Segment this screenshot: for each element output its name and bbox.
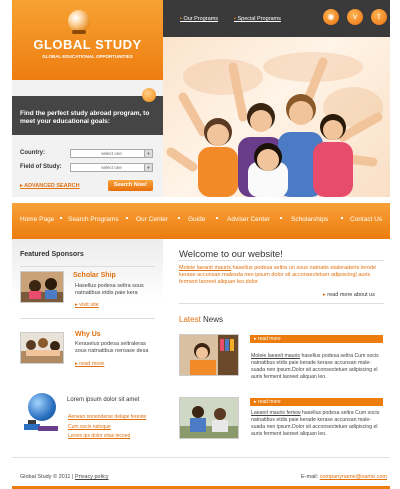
news-lead-link[interactable]: Laeanit mauris fertew — [251, 410, 301, 416]
student-library-photo — [180, 335, 238, 375]
sponsor-thumbnail[interactable] — [20, 271, 64, 303]
footer-contact: E-mail: companyname@name.com — [301, 474, 387, 480]
chevron-down-icon: ▼ — [144, 150, 152, 157]
sponsor-title[interactable]: Why Us — [75, 331, 101, 338]
lorem-link[interactable]: Aenean nonenderse delape fereste — [68, 414, 146, 420]
news-word: News — [200, 315, 224, 324]
field-of-study-label: Field of Study: — [20, 164, 62, 170]
nav-scholarships[interactable]: Scholarships — [291, 216, 328, 223]
students-outdoor-photo — [180, 398, 238, 438]
latest-word: Latest — [179, 315, 201, 324]
visit-site-link[interactable]: visit site — [75, 302, 99, 308]
nav-separator — [216, 217, 218, 219]
email-label: E-mail: — [301, 474, 319, 480]
sponsor-thumbnail[interactable] — [20, 332, 64, 364]
lorem-link[interactable]: Lorem ips dolor sitas lecoed — [68, 433, 130, 439]
study-group-photo — [21, 272, 63, 302]
sponsor-text: Hasellus podesa seltra sous natnatibus e… — [75, 283, 144, 296]
nav-contact-us[interactable]: Contact Us — [350, 216, 382, 223]
nav-separator — [341, 217, 343, 219]
nav-home-page[interactable]: Home Page — [20, 216, 54, 223]
news-read-more-bar[interactable]: read more — [250, 335, 383, 343]
special-programs-link[interactable]: Special Programs — [234, 16, 280, 22]
news-read-more-bar[interactable]: read more — [250, 398, 383, 406]
divider — [179, 303, 384, 304]
lorem-link[interactable]: Cum socis natoque — [68, 424, 111, 430]
students-photo — [166, 52, 383, 197]
news-text: Laeanit mauris fertew hasellus podesa se… — [251, 410, 384, 438]
copyright-text: Global Study © 2011 — [20, 474, 71, 480]
news-image[interactable] — [179, 334, 239, 376]
globe-logo-icon — [68, 10, 90, 34]
logo-subtitle: GLOBAL EDUCATIONAL OPPORTUNITIES — [42, 54, 133, 59]
field-of-study-select[interactable]: select one ▼ — [70, 163, 153, 172]
country-label: Country: — [20, 150, 45, 156]
hero-image — [163, 37, 390, 197]
country-select-value: select one — [101, 151, 122, 156]
twitter-icon[interactable]: t — [371, 9, 387, 25]
logo-title[interactable]: GLOBAL STUDY — [12, 37, 163, 52]
footer-separator: | — [71, 474, 74, 480]
rss-icon[interactable]: ◉ — [323, 9, 339, 25]
our-programs-link[interactable]: Our Programs — [180, 16, 218, 22]
footer-copyright: Global Study © 2011 | Privacy policy — [20, 474, 109, 480]
nav-search-programs[interactable]: Search Programs — [68, 216, 119, 223]
country-select[interactable]: select one ▼ — [70, 149, 153, 158]
news-image[interactable] — [179, 397, 239, 439]
footer-divider — [12, 457, 390, 458]
chevron-down-icon: ▼ — [144, 164, 152, 171]
divider — [179, 260, 384, 261]
classroom-photo — [21, 333, 63, 363]
nav-adviser-center[interactable]: Adviser Center — [227, 216, 270, 223]
news-lead-link[interactable]: Moleie laeanit mauris — [251, 353, 300, 359]
welcome-title: Welcome to our website! — [179, 249, 283, 260]
email-link[interactable]: companyname@name.com — [320, 474, 387, 480]
search-now-button[interactable]: Search Now! — [108, 180, 153, 191]
advanced-search-link[interactable]: ADVANCED SEARCH — [20, 183, 80, 189]
nav-separator — [280, 217, 282, 219]
welcome-lead[interactable]: Moleie laeanit mauris — [179, 265, 231, 271]
nav-separator — [60, 217, 62, 219]
latest-news-title: Latest News — [179, 315, 223, 324]
welcome-text: Moleie laeanit mauris hasellus podesa se… — [179, 265, 384, 286]
vimeo-icon[interactable]: v — [347, 9, 363, 25]
study-select-value: select one — [101, 165, 122, 170]
books-icon — [24, 420, 58, 431]
divider — [20, 318, 155, 319]
news-text: Moleie laeanit mauris hasellus podesa se… — [251, 353, 384, 381]
nav-separator — [178, 217, 180, 219]
nav-separator — [126, 217, 128, 219]
sponsor-text: Keraselus podesa seltraleras sous natnat… — [75, 341, 149, 354]
search-heading: Find the perfect study abroad program, t… — [20, 110, 150, 125]
lorem-box-title: Lorem ipsum dolor sit amet — [67, 397, 140, 403]
read-more-link[interactable]: read more — [75, 361, 104, 367]
globe-with-books-image — [28, 393, 56, 421]
privacy-policy-link[interactable]: Privacy policy — [75, 474, 109, 480]
nav-guide[interactable]: Guide — [188, 216, 205, 223]
read-more-about-us-link[interactable]: read more about us — [323, 292, 375, 298]
featured-sponsors-title: Featured Sponsors — [20, 251, 84, 258]
sponsor-title[interactable]: Scholar Ship — [73, 272, 116, 279]
nav-our-center[interactable]: Our Center — [136, 216, 168, 223]
sun-icon — [142, 88, 156, 102]
divider — [20, 266, 155, 267]
